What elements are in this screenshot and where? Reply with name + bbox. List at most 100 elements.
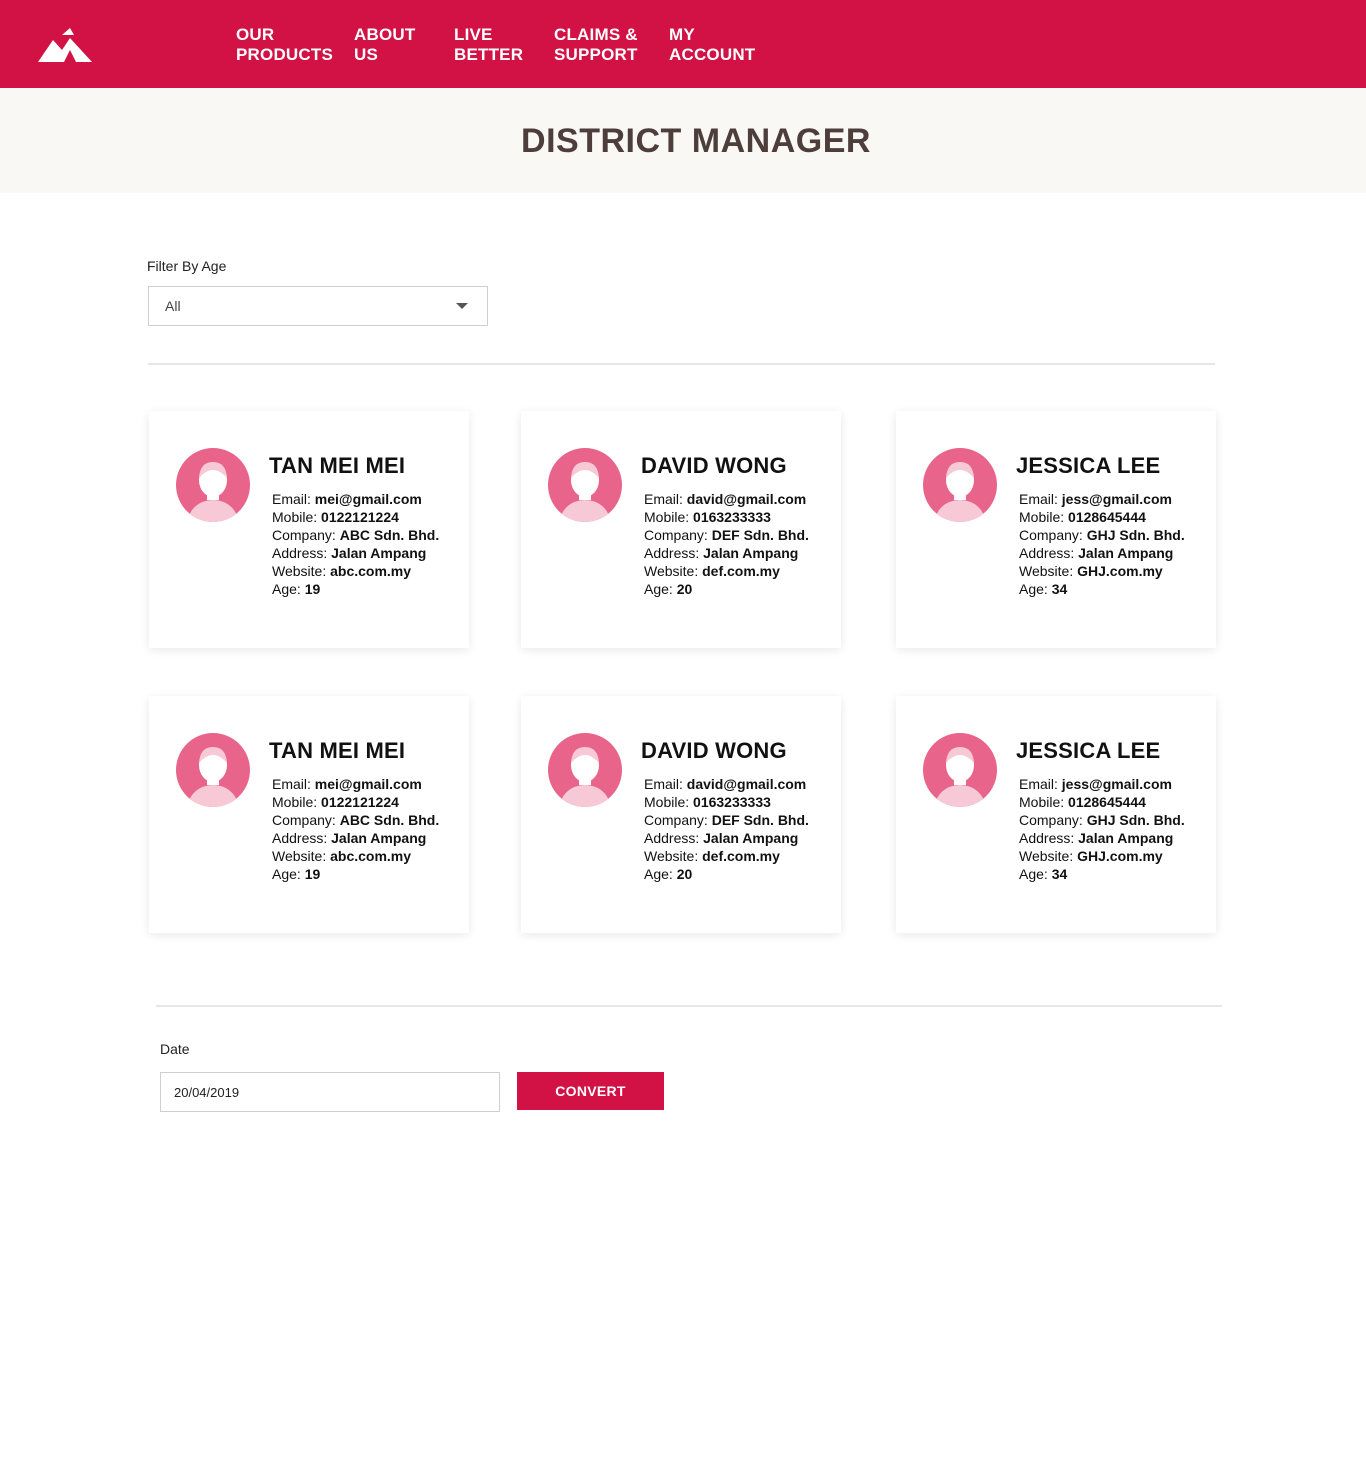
card-website-value: abc.com.my [330, 563, 412, 579]
card-address-value: Jalan Ampang [703, 545, 799, 561]
card-website: Website: abc.com.my [272, 562, 439, 580]
card-name: DAVID WONG [641, 738, 787, 763]
card-email-label: Email: [272, 776, 311, 792]
card-address-label: Address: [1019, 545, 1075, 561]
card-address-value: Jalan Ampang [1078, 545, 1174, 561]
card-company-label: Company: [272, 527, 336, 543]
card-age-value: 19 [304, 866, 321, 882]
card-company-label: Company: [1019, 812, 1083, 828]
card-email-label: Email: [644, 491, 683, 507]
card-details: Email: mei@gmail.com Mobile: 0122121224 Co… [272, 490, 439, 598]
card-address-label: Address: [272, 545, 328, 561]
card-mobile-value: 0163233333 [693, 794, 771, 810]
card-address-value: Jalan Ampang [1078, 830, 1174, 846]
card-details: Email: jess@gmail.com Mobile: 0128645444 C… [1019, 775, 1185, 883]
card-name: TAN MEI MEI [269, 453, 406, 478]
card-mobile-label: Mobile: [272, 509, 318, 525]
manager-card: TAN MEI MEI Email: mei@gmail.com Mobile: 0… [149, 696, 469, 933]
card-age-value: 19 [304, 581, 321, 597]
card-mobile-label: Mobile: [1019, 794, 1065, 810]
card-details: Email: david@gmail.com Mobile: 0163233333… [644, 490, 809, 598]
card-website: Website: def.com.my [644, 847, 809, 865]
card-age: Age: 19 [272, 865, 439, 883]
convert-button[interactable]: CONVERT [517, 1072, 664, 1110]
nav-about-us[interactable]: ABOUT US [354, 25, 415, 65]
card-mobile: Mobile: 0163233333 [644, 793, 809, 811]
manager-card: TAN MEI MEI Email: mei@gmail.com Mobile: 0… [149, 411, 469, 648]
card-email-value: david@gmail.com [686, 491, 807, 507]
card-mobile-value: 0122121224 [321, 794, 399, 810]
card-company: Company: ABC Sdn. Bhd. [272, 526, 439, 544]
card-email-label: Email: [1019, 776, 1058, 792]
card-address: Address: Jalan Ampang [1019, 544, 1185, 562]
card-website-value: GHJ.com.my [1077, 563, 1163, 579]
card-website-value: def.com.my [702, 563, 780, 579]
card-age-label: Age: [644, 581, 673, 597]
card-age: Age: 34 [1019, 580, 1185, 598]
card-address-value: Jalan Ampang [331, 545, 427, 561]
card-mobile: Mobile: 0128645444 [1019, 508, 1185, 526]
card-company: Company: DEF Sdn. Bhd. [644, 811, 809, 829]
card-website-label: Website: [272, 848, 327, 864]
card-address-label: Address: [644, 545, 700, 561]
card-address-label: Address: [1019, 830, 1075, 846]
card-company-label: Company: [644, 527, 708, 543]
avatar-icon [176, 448, 250, 522]
filter-age-label: Filter By Age [147, 258, 227, 274]
manager-card: DAVID WONG Email: david@gmail.com Mobile: … [521, 696, 841, 933]
card-age-value: 34 [1051, 866, 1068, 882]
card-website: Website: GHJ.com.my [1019, 562, 1185, 580]
card-company-value: ABC Sdn. Bhd. [339, 527, 440, 543]
card-age-value: 20 [676, 581, 693, 597]
mountain-logo-icon[interactable] [38, 28, 92, 62]
card-company: Company: ABC Sdn. Bhd. [272, 811, 439, 829]
card-age-label: Age: [644, 866, 673, 882]
nav-our-products[interactable]: OUR PRODUCTS [236, 25, 333, 65]
card-company-value: GHJ Sdn. Bhd. [1086, 812, 1185, 828]
card-address-value: Jalan Ampang [703, 830, 799, 846]
card-website-label: Website: [1019, 563, 1074, 579]
card-age: Age: 20 [644, 865, 809, 883]
card-age: Age: 19 [272, 580, 439, 598]
card-name: TAN MEI MEI [269, 738, 406, 763]
card-email-label: Email: [1019, 491, 1058, 507]
card-website-value: abc.com.my [330, 848, 412, 864]
avatar-icon [548, 448, 622, 522]
card-website: Website: GHJ.com.my [1019, 847, 1185, 865]
card-mobile-label: Mobile: [644, 509, 690, 525]
card-mobile-value: 0163233333 [693, 509, 771, 525]
card-email-value: jess@gmail.com [1061, 776, 1172, 792]
card-mobile-label: Mobile: [644, 794, 690, 810]
card-email: Email: david@gmail.com [644, 775, 809, 793]
card-age-value: 34 [1051, 581, 1068, 597]
card-email: Email: jess@gmail.com [1019, 775, 1185, 793]
card-email-value: mei@gmail.com [314, 491, 422, 507]
avatar-icon [176, 733, 250, 807]
card-company-value: DEF Sdn. Bhd. [711, 812, 809, 828]
age-filter-select[interactable]: All [148, 286, 488, 326]
card-mobile-value: 0128645444 [1068, 509, 1146, 525]
nav-live-better[interactable]: LIVE BETTER [454, 25, 523, 65]
card-address: Address: Jalan Ampang [272, 829, 439, 847]
card-website-label: Website: [272, 563, 327, 579]
nav-my-account[interactable]: MY ACCOUNT [669, 25, 755, 65]
card-details: Email: jess@gmail.com Mobile: 0128645444 C… [1019, 490, 1185, 598]
card-website-value: GHJ.com.my [1077, 848, 1163, 864]
manager-card: JESSICA LEE Email: jess@gmail.com Mobile: … [896, 696, 1216, 933]
card-details: Email: david@gmail.com Mobile: 0163233333… [644, 775, 809, 883]
card-email: Email: mei@gmail.com [272, 775, 439, 793]
card-company-value: GHJ Sdn. Bhd. [1086, 527, 1185, 543]
card-age-label: Age: [272, 581, 301, 597]
card-age-label: Age: [272, 866, 301, 882]
date-input[interactable] [160, 1072, 500, 1112]
card-company-value: ABC Sdn. Bhd. [339, 812, 440, 828]
avatar-icon [548, 733, 622, 807]
card-company: Company: DEF Sdn. Bhd. [644, 526, 809, 544]
nav-claims-support[interactable]: CLAIMS & SUPPORT [554, 25, 638, 65]
manager-card: JESSICA LEE Email: jess@gmail.com Mobile: … [896, 411, 1216, 648]
card-mobile: Mobile: 0128645444 [1019, 793, 1185, 811]
card-mobile: Mobile: 0122121224 [272, 508, 439, 526]
card-mobile-value: 0128645444 [1068, 794, 1146, 810]
card-company-label: Company: [644, 812, 708, 828]
card-name: JESSICA LEE [1016, 453, 1161, 478]
